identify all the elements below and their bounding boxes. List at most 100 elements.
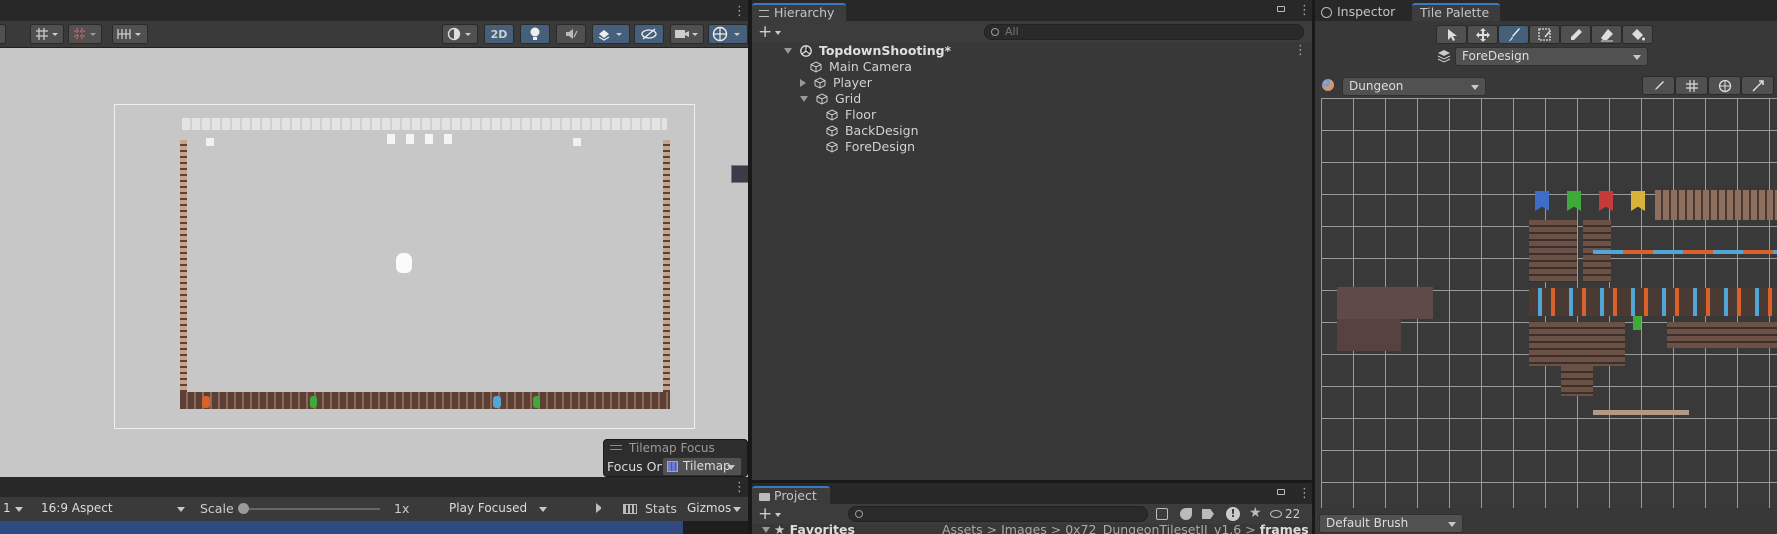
banner-green bbox=[1567, 191, 1581, 211]
stats-button[interactable]: Stats bbox=[645, 501, 677, 516]
display-dropdown[interactable]: 1 bbox=[0, 499, 30, 518]
tool-select[interactable] bbox=[1436, 25, 1467, 44]
move-snap-button[interactable] bbox=[68, 24, 102, 44]
toolbar-handle bbox=[0, 24, 6, 44]
camera-settings-button[interactable] bbox=[670, 24, 704, 44]
keyboard-icon[interactable] bbox=[623, 504, 637, 514]
audio-icon bbox=[566, 29, 578, 39]
floor-strip bbox=[1593, 410, 1689, 415]
scene-visibility-icon bbox=[641, 28, 657, 40]
grid-snap-button[interactable] bbox=[30, 24, 64, 44]
aspect-dropdown[interactable]: 16:9 Aspect bbox=[34, 499, 192, 518]
breadcrumb-item[interactable]: frames bbox=[1260, 524, 1309, 534]
eraser-icon bbox=[1600, 28, 1613, 41]
tool-eraser[interactable] bbox=[1591, 25, 1622, 44]
tool-paint[interactable] bbox=[1498, 25, 1529, 44]
tab-project[interactable]: Project bbox=[752, 486, 830, 505]
focus-on-dropdown[interactable]: Tilemap bbox=[662, 457, 742, 476]
drag-handle-icon[interactable] bbox=[610, 445, 622, 450]
banners-top bbox=[387, 134, 462, 144]
tree-row-grid[interactable]: Grid bbox=[800, 91, 861, 107]
gizmos-toggle-button[interactable] bbox=[1708, 76, 1741, 95]
tab-inspector[interactable]: Inspector bbox=[1315, 3, 1410, 22]
lock-icon[interactable] bbox=[1277, 489, 1285, 495]
breadcrumb-item[interactable]: 0x72_DungeonTilesetII_v1.6 bbox=[1065, 524, 1241, 534]
inspector-icon bbox=[1321, 7, 1332, 18]
create-dropdown-arrow[interactable] bbox=[775, 513, 781, 517]
label-icon[interactable] bbox=[1202, 509, 1214, 519]
divider[interactable] bbox=[748, 0, 752, 534]
edit-palette-button[interactable] bbox=[1642, 76, 1675, 95]
brush-dropdown[interactable]: Default Brush bbox=[1319, 514, 1463, 533]
shading-mode-button[interactable] bbox=[442, 24, 478, 44]
tree-row-player[interactable]: Player bbox=[800, 75, 872, 91]
palette-grid[interactable] bbox=[1321, 98, 1777, 508]
tile-palette-panel: Inspector Tile Palette ForeDesign Dungeo… bbox=[1315, 0, 1777, 534]
kebab-icon[interactable]: ⋮ bbox=[1298, 487, 1311, 500]
tool-move[interactable] bbox=[1467, 25, 1498, 44]
expand-arrow-icon[interactable] bbox=[762, 527, 770, 533]
search-by-type-icon[interactable] bbox=[1156, 508, 1168, 520]
gizmo-button[interactable] bbox=[708, 24, 748, 44]
hierarchy-search-input[interactable]: All bbox=[984, 24, 1304, 40]
scale-slider[interactable] bbox=[238, 503, 380, 514]
tree-row-main-camera[interactable]: Main Camera bbox=[810, 59, 912, 75]
tree-row-backdesign[interactable]: BackDesign bbox=[826, 123, 919, 139]
mute-audio-icon[interactable] bbox=[596, 503, 608, 513]
tool-picker[interactable] bbox=[1560, 25, 1591, 44]
tab-tile-palette[interactable]: Tile Palette bbox=[1412, 3, 1500, 22]
create-button[interactable]: + bbox=[758, 504, 772, 524]
cube-icon bbox=[826, 109, 838, 121]
lock-icon[interactable] bbox=[1277, 6, 1285, 12]
active-tilemap-dropdown[interactable]: ForeDesign bbox=[1455, 47, 1648, 66]
divider[interactable] bbox=[1312, 0, 1315, 534]
divider[interactable] bbox=[752, 480, 1312, 483]
gizmo-icon bbox=[712, 26, 740, 42]
project-search-input[interactable] bbox=[848, 506, 1148, 522]
hierarchy-tree: TopdownShooting* ⋮ Main Camera Player Gr… bbox=[752, 43, 1312, 480]
add-button[interactable]: + bbox=[758, 22, 772, 42]
kebab-icon[interactable]: ⋮ bbox=[733, 481, 746, 494]
favorites-row[interactable]: ★ Favorites bbox=[762, 524, 855, 534]
palette-settings-button[interactable] bbox=[1741, 76, 1774, 95]
add-dropdown-arrow[interactable] bbox=[775, 31, 781, 35]
expand-arrow-icon[interactable] bbox=[784, 48, 792, 54]
scene-visibility-button[interactable] bbox=[634, 24, 664, 44]
filter-type-icon[interactable] bbox=[1180, 508, 1192, 520]
hidden-packages-icon[interactable] bbox=[1270, 510, 1282, 518]
tree-row-scene[interactable]: TopdownShooting* ⋮ bbox=[784, 43, 1307, 59]
favorite-star-icon[interactable]: ★ bbox=[1249, 505, 1262, 521]
kebab-icon[interactable]: ⋮ bbox=[1298, 4, 1311, 17]
tab-hierarchy[interactable]: Hierarchy bbox=[752, 3, 846, 22]
effects-toggle-button[interactable] bbox=[592, 24, 630, 44]
breadcrumb-item[interactable]: Images bbox=[1001, 524, 1047, 534]
2d-toggle-button[interactable]: 2D bbox=[484, 24, 514, 44]
grid-toggle-button[interactable] bbox=[1675, 76, 1708, 95]
scale-slider-thumb[interactable] bbox=[238, 503, 249, 514]
brick-block-2 bbox=[1561, 366, 1593, 396]
expand-arrow-icon[interactable] bbox=[800, 79, 806, 87]
lighting-toggle-button[interactable] bbox=[520, 24, 550, 44]
tree-row-floor[interactable]: Floor bbox=[826, 107, 876, 123]
expand-arrow-icon[interactable] bbox=[800, 96, 808, 102]
tab-hierarchy-label: Hierarchy bbox=[774, 5, 835, 20]
palette-dropdown[interactable]: Dungeon bbox=[1342, 77, 1486, 96]
tilemap-focus-overlay[interactable]: Tilemap Focus Focus On Tilemap bbox=[603, 439, 748, 477]
audio-toggle-button[interactable] bbox=[556, 24, 586, 44]
kebab-icon[interactable]: ⋮ bbox=[733, 5, 746, 18]
overlay-title-text: Tilemap Focus bbox=[629, 441, 715, 455]
warning-icon[interactable]: ! bbox=[1226, 507, 1240, 521]
breadcrumb-item[interactable]: Assets bbox=[942, 524, 983, 534]
unity-scene-icon bbox=[800, 45, 812, 57]
search-icon bbox=[855, 510, 863, 518]
tool-box-fill[interactable] bbox=[1529, 25, 1560, 44]
gizmos-dropdown[interactable]: Gizmos bbox=[680, 499, 748, 518]
increment-snap-button[interactable] bbox=[112, 24, 148, 44]
tool-fill[interactable] bbox=[1622, 25, 1653, 44]
scene-viewport[interactable]: Tilemap Focus Focus On Tilemap bbox=[0, 48, 748, 477]
fountain-water bbox=[493, 396, 501, 408]
play-mode-dropdown[interactable]: Play Focused bbox=[442, 499, 554, 518]
brick-block bbox=[1529, 322, 1625, 366]
tree-row-foredesign[interactable]: ForeDesign bbox=[826, 139, 915, 155]
kebab-icon[interactable]: ⋮ bbox=[1294, 44, 1307, 57]
